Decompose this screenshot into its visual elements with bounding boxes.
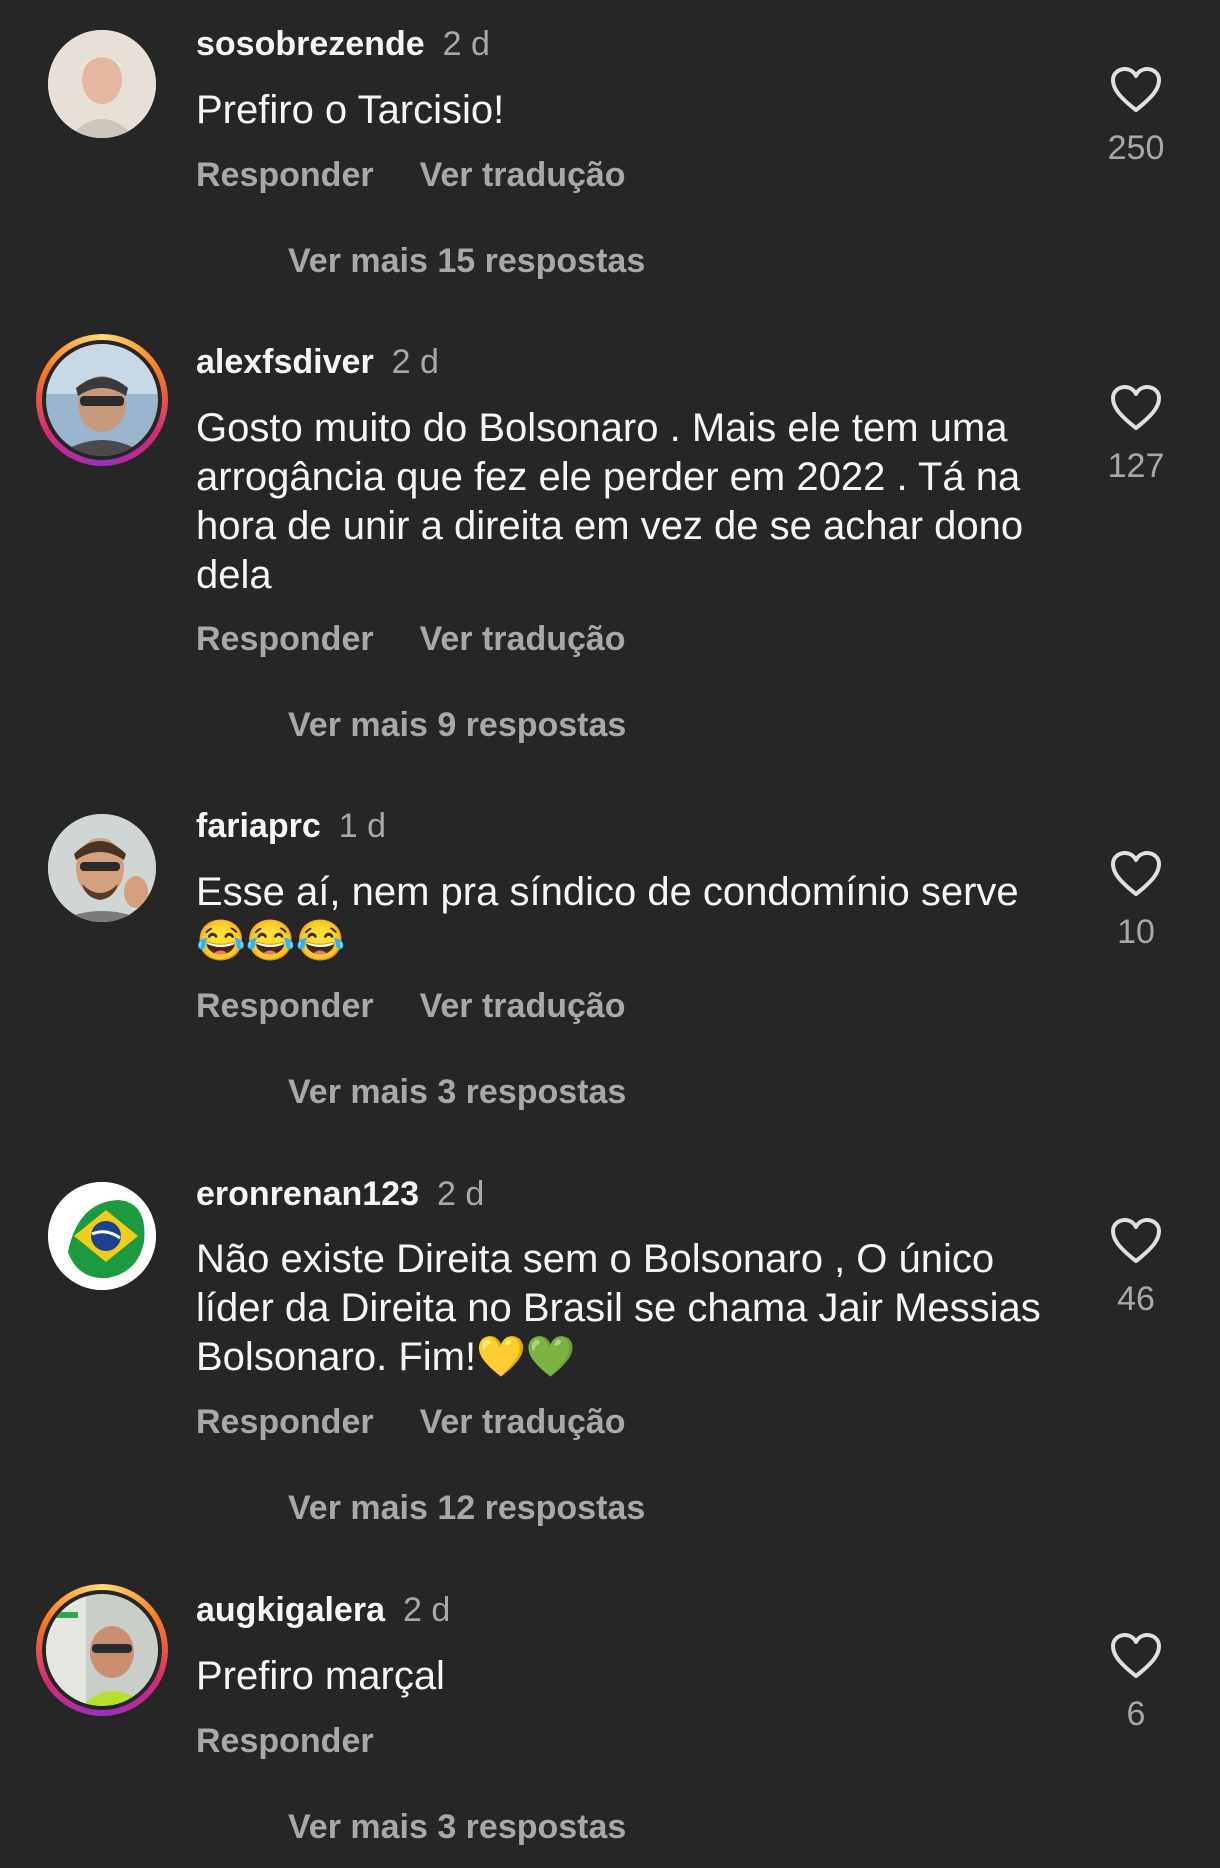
reply-button[interactable]: Responder [196, 1722, 374, 1760]
like-count: 46 [1117, 1280, 1155, 1318]
reply-button[interactable]: Responder [196, 1403, 374, 1441]
like-count: 250 [1107, 129, 1165, 167]
like-count: 10 [1117, 913, 1155, 951]
timestamp: 2 d [391, 343, 439, 381]
translate-button[interactable]: Ver tradução [420, 620, 626, 658]
like-count: 127 [1107, 447, 1165, 485]
like-area: 6 [1096, 1632, 1176, 1734]
comment-text: Prefiro o Tarcisio! [196, 88, 505, 132]
like-area: 10 [1096, 850, 1176, 952]
reply-button[interactable]: Responder [196, 620, 374, 658]
comment-text: Não existe Direita sem o Bolsonaro , O ú… [196, 1237, 1041, 1379]
avatar[interactable] [48, 814, 156, 922]
comment-text: Prefiro marçal [196, 1654, 445, 1698]
heart-icon[interactable] [1096, 850, 1176, 898]
translate-button[interactable]: Ver tradução [420, 1403, 626, 1441]
like-area: 46 [1096, 1217, 1176, 1319]
avatar[interactable] [48, 30, 156, 138]
username[interactable]: alexfsdiver [196, 343, 374, 381]
username[interactable]: eronrenan123 [196, 1175, 419, 1213]
heart-icon[interactable] [1096, 1632, 1176, 1680]
comment-text: Gosto muito do Bolsonaro . Mais ele tem … [196, 406, 1024, 597]
view-more-replies[interactable]: Ver mais 12 respostas [288, 1489, 645, 1528]
avatar[interactable] [36, 334, 168, 466]
heart-icon[interactable] [1096, 66, 1176, 114]
view-more-replies[interactable]: Ver mais 3 respostas [288, 1808, 626, 1847]
avatar[interactable] [36, 1584, 168, 1716]
timestamp: 2 d [437, 1175, 485, 1213]
username[interactable]: fariaprc [196, 807, 321, 845]
timestamp: 1 d [338, 807, 386, 845]
view-more-replies[interactable]: Ver mais 3 respostas [288, 1073, 626, 1112]
view-more-replies[interactable]: Ver mais 9 respostas [288, 706, 626, 745]
username[interactable]: sosobrezende [196, 25, 425, 63]
reply-button[interactable]: Responder [196, 987, 374, 1025]
timestamp: 2 d [402, 1591, 451, 1629]
translate-button[interactable]: Ver tradução [420, 987, 626, 1025]
like-area: 127 [1096, 384, 1176, 486]
comment-text: Esse aí, nem pra síndico de condomínio s… [196, 870, 1019, 963]
heart-icon[interactable] [1096, 1217, 1176, 1265]
reply-button[interactable]: Responder [196, 156, 374, 194]
like-area: 250 [1096, 66, 1176, 168]
avatar[interactable] [48, 1182, 156, 1290]
heart-icon[interactable] [1096, 384, 1176, 432]
username[interactable]: augkigalera [196, 1591, 385, 1629]
view-more-replies[interactable]: Ver mais 15 respostas [288, 242, 645, 281]
timestamp: 2 d [442, 25, 490, 63]
like-count: 6 [1126, 1695, 1146, 1733]
translate-button[interactable]: Ver tradução [420, 156, 626, 194]
